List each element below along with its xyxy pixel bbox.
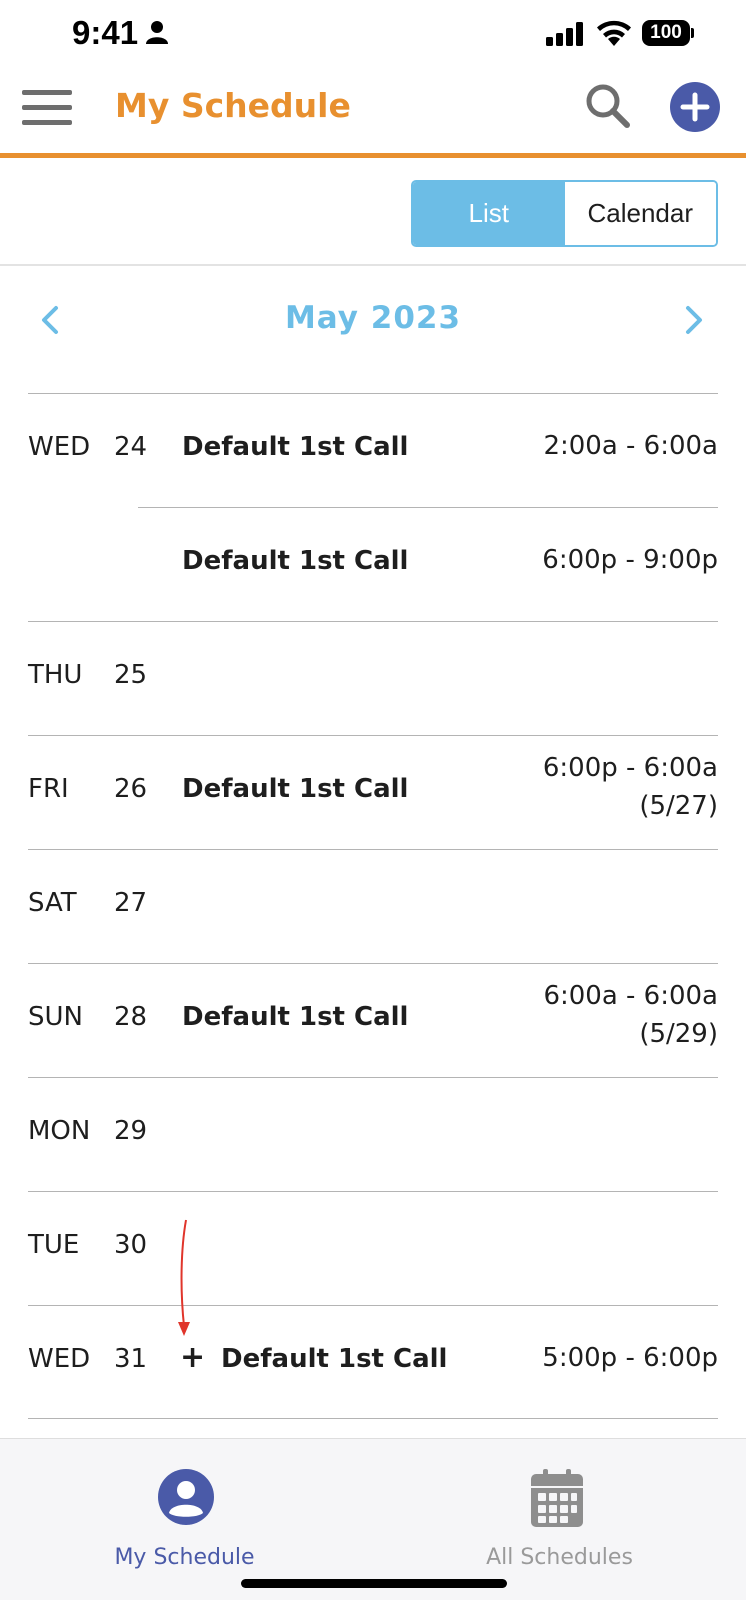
tab-label: All Schedules <box>486 1545 633 1570</box>
user-circle-icon <box>158 1469 214 1525</box>
month-label: May 2023 <box>284 300 462 336</box>
day-number: 26 <box>114 774 148 804</box>
shift-end-date: (5/29) <box>639 1019 718 1049</box>
annotation-arrow-icon <box>178 1219 190 1336</box>
home-indicator <box>241 1579 507 1588</box>
chevron-right-icon[interactable] <box>682 304 706 336</box>
day-of-week: SAT <box>28 888 77 918</box>
shift-name[interactable]: Default 1st Call <box>182 774 408 804</box>
hamburger-icon[interactable] <box>22 88 72 128</box>
day-of-week: SUN <box>28 1002 83 1032</box>
tab-calendar-view[interactable]: Calendar <box>564 182 716 245</box>
day-number: 28 <box>114 1002 148 1032</box>
day-row-wed-24-second-shift[interactable]: Default 1st Call 6:00p - 9:00p <box>138 507 718 621</box>
shift-time-range: 6:00p - 6:00a <box>542 753 718 783</box>
status-bar: 9:41 100 <box>0 0 746 66</box>
day-of-week: MON <box>28 1116 91 1146</box>
day-of-week: THU <box>28 660 83 690</box>
shift-end-date: (5/27) <box>639 791 718 821</box>
add-event-button[interactable] <box>670 82 720 132</box>
month-navigation: May 2023 <box>0 268 746 393</box>
day-of-week: WED <box>28 432 91 462</box>
tab-label: My Schedule <box>114 1545 255 1570</box>
battery-indicator: 100 <box>642 20 694 48</box>
status-time: 9:41 <box>72 14 139 51</box>
day-number: 24 <box>114 432 148 462</box>
day-of-week: FRI <box>28 774 69 804</box>
day-row-wed-31[interactable]: WED 31 + Default 1st Call 5:00p - 6:00p <box>28 1305 718 1419</box>
tab-list-view[interactable]: List <box>413 182 565 245</box>
tab-bar: My Schedule All Schedules <box>0 1438 746 1600</box>
day-number: 27 <box>114 888 148 918</box>
shift-name[interactable]: Default 1st Call <box>182 432 408 462</box>
search-icon[interactable] <box>584 82 632 130</box>
day-row-wed-24[interactable]: WED 24 Default 1st Call 2:00a - 6:00a <box>28 393 718 507</box>
calendar-icon <box>531 1469 583 1527</box>
day-of-week: TUE <box>28 1230 80 1260</box>
day-number: 30 <box>114 1230 148 1260</box>
day-row-thu-25[interactable]: THU 25 <box>28 621 718 735</box>
tab-my-schedule[interactable]: My Schedule <box>0 1439 373 1589</box>
day-row-fri-26[interactable]: FRI 26 Default 1st Call 6:00p - 6:00a (5/… <box>28 735 718 849</box>
shift-time: 2:00a - 6:00a <box>543 431 718 461</box>
person-icon <box>146 21 168 44</box>
view-toggle: List Calendar <box>411 180 718 247</box>
day-number: 31 <box>114 1344 148 1374</box>
day-row-mon-29[interactable]: MON 29 <box>28 1077 718 1191</box>
wifi-icon <box>597 20 631 46</box>
shift-time: 6:00p - 9:00p <box>542 545 718 575</box>
shift-time: 6:00a - 6:00a (5/29) <box>543 977 718 1053</box>
day-row-tue-30[interactable]: TUE 30 <box>28 1191 718 1305</box>
day-row-sun-28[interactable]: SUN 28 Default 1st Call 6:00a - 6:00a (5/… <box>28 963 718 1077</box>
shift-time-range: 6:00a - 6:00a <box>543 981 718 1011</box>
app-header: My Schedule <box>0 66 746 158</box>
battery-level: 100 <box>650 22 682 43</box>
shift-name[interactable]: Default 1st Call <box>221 1344 447 1374</box>
plus-circle-icon <box>680 92 710 122</box>
shift-name[interactable]: Default 1st Call <box>182 546 408 576</box>
shift-time: 6:00p - 6:00a (5/27) <box>543 749 718 825</box>
tab-all-schedules[interactable]: All Schedules <box>373 1439 746 1589</box>
plus-icon[interactable]: + <box>180 1340 205 1375</box>
page-title: My Schedule <box>115 86 351 125</box>
shift-name[interactable]: Default 1st Call <box>182 1002 408 1032</box>
day-number: 25 <box>114 660 148 690</box>
shift-time: 5:00p - 6:00p <box>542 1343 718 1373</box>
day-of-week: WED <box>28 1344 91 1374</box>
view-toolbar: List Calendar <box>0 163 746 266</box>
day-row-sat-27[interactable]: SAT 27 <box>28 849 718 963</box>
signal-icon <box>546 22 583 46</box>
schedule-list: WED 24 Default 1st Call 2:00a - 6:00a De… <box>0 393 746 1419</box>
day-number: 29 <box>114 1116 148 1146</box>
